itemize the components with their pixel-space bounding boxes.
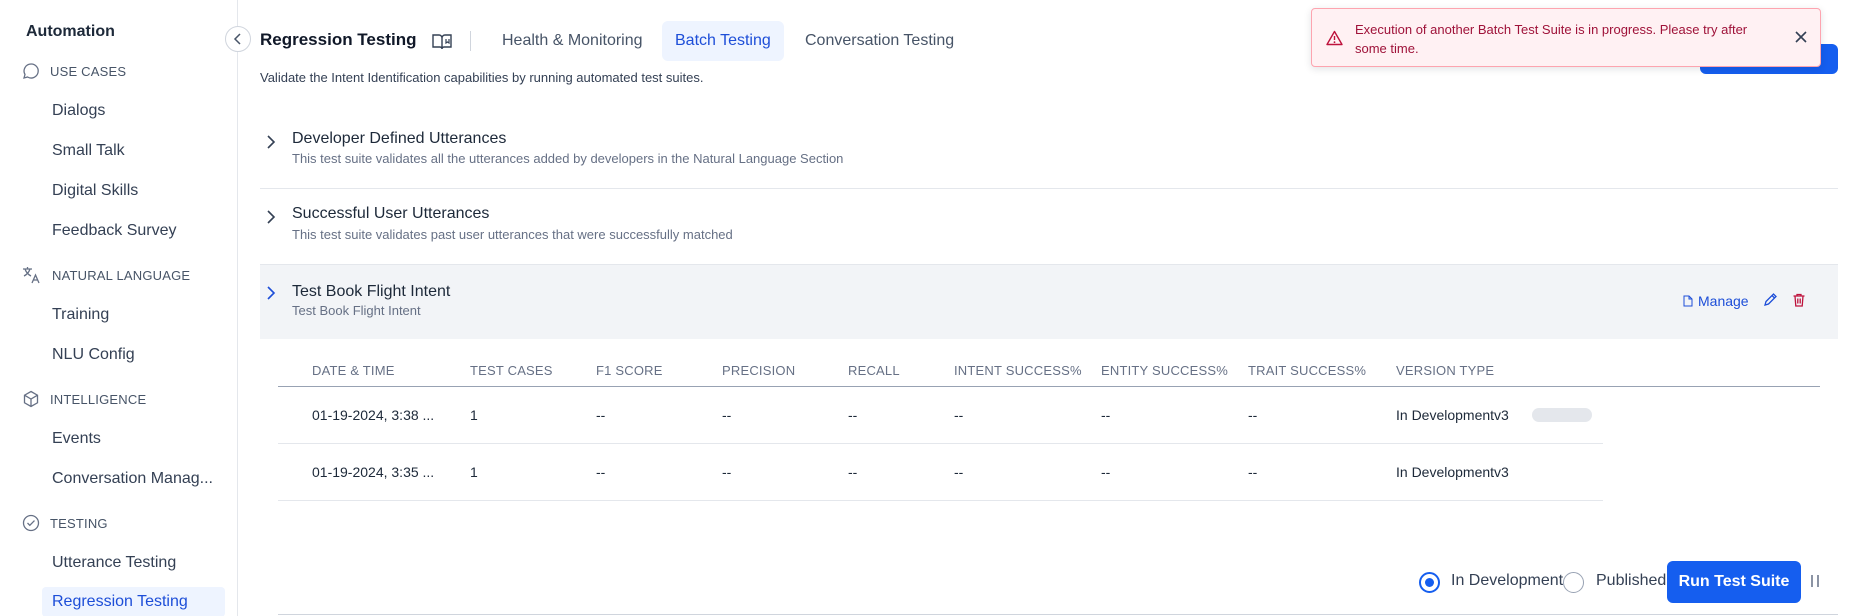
cell-f1-score: -- [596,407,606,423]
column-header-test-cases: TEST CASES [470,363,553,378]
run-test-suite-button[interactable]: Run Test Suite [1667,561,1801,603]
cell-date-time: 01-19-2024, 3:35 ... [312,464,435,480]
sidebar-title: Automation [26,23,115,40]
trash-icon[interactable] [1791,292,1807,308]
sidebar-item-feedback-survey[interactable]: Feedback Survey [42,216,225,246]
cell-intent-success: -- [954,464,964,480]
chat-bubble-icon [23,63,39,79]
section-label: TESTING [50,515,108,531]
manage-link[interactable]: Manage [1683,293,1749,309]
column-header-intent-success: INTENT SUCCESS% [954,363,1082,378]
suite-developer-defined[interactable]: Developer Defined Utterances This test s… [260,118,1838,188]
cell-test-cases: 1 [470,407,478,423]
footer-divider [278,614,1838,615]
cell-entity-success: -- [1101,407,1111,423]
section-use-cases: USE CASES [22,60,126,82]
toast-message: Execution of another Batch Test Suite is… [1355,22,1748,56]
column-header-date-time: DATE & TIME [312,363,395,378]
cell-intent-success: -- [954,407,964,423]
suite-description: Test Book Flight Intent [292,303,421,318]
sidebar: Automation USE CASES Dialogs Small Talk … [0,0,238,616]
suite-description: This test suite validates past user utte… [292,227,733,242]
radio-label-in-development: In Development [1451,572,1564,589]
suite-name: Test Book Flight Intent [292,283,451,300]
cell-precision: -- [722,407,732,423]
cell-recall: -- [848,464,858,480]
chevron-left-icon [233,33,241,45]
warning-icon [1326,30,1343,46]
cell-f1-score: -- [596,464,606,480]
cell-recall: -- [848,407,858,423]
chevron-right-icon [267,210,276,224]
check-circle-icon [22,514,40,532]
cell-trait-success: -- [1248,464,1258,480]
column-header-precision: PRECISION [722,363,796,378]
pause-icon[interactable] [1809,574,1821,588]
section-intelligence: INTELLIGENCE [22,388,146,410]
column-header-entity-success: ENTITY SUCCESS% [1101,363,1229,378]
cell-trait-success: -- [1248,407,1258,423]
column-header-f1-score: F1 SCORE [596,363,663,378]
column-header-version-type: VERSION TYPE [1396,363,1495,378]
radio-published[interactable] [1563,572,1584,593]
sidebar-item-nlu-config[interactable]: NLU Config [42,340,225,370]
error-toast: Execution of another Batch Test Suite is… [1311,8,1821,67]
chevron-right-icon [267,135,276,149]
table-header-divider [278,386,1820,387]
edit-icon[interactable] [1762,292,1778,308]
page-title: Regression Testing [260,30,417,49]
sidebar-item-training[interactable]: Training [42,300,225,330]
tab-health-monitoring[interactable]: Health & Monitoring [489,21,656,61]
manage-label: Manage [1698,293,1749,309]
sidebar-item-regression-testing[interactable]: Regression Testing [42,587,225,616]
translate-icon [23,267,40,284]
section-label: NATURAL LANGUAGE [52,267,191,283]
suite-successful-user[interactable]: Successful User Utterances This test sui… [260,189,1838,264]
close-icon[interactable] [1794,30,1808,44]
suite-name: Developer Defined Utterances [292,130,507,147]
section-natural-language: NATURAL LANGUAGE [22,264,190,286]
radio-label-published: Published [1596,572,1667,589]
tab-conversation-testing[interactable]: Conversation Testing [792,21,967,61]
cell-precision: -- [722,464,732,480]
document-icon [1683,295,1693,307]
cell-version-type: In Developmentv3 [1396,407,1509,423]
section-label: INTELLIGENCE [50,391,147,407]
sidebar-item-dialogs[interactable]: Dialogs [42,96,225,126]
section-label: USE CASES [50,63,127,79]
suite-name: Successful User Utterances [292,205,490,222]
suite-description: This test suite validates all the uttera… [292,151,844,166]
column-header-recall: RECALL [848,363,900,378]
cell-entity-success: -- [1101,464,1111,480]
column-header-trait-success: TRAIT SUCCESS% [1248,363,1367,378]
cell-test-cases: 1 [470,464,478,480]
collapse-sidebar-button[interactable] [225,26,251,52]
suite-test-book-flight[interactable]: Test Book Flight Intent Test Book Flight… [260,265,1838,339]
sidebar-item-utterance-testing[interactable]: Utterance Testing [42,548,225,578]
cell-version-type: In Developmentv3 [1396,464,1509,480]
loading-placeholder [1532,408,1592,422]
chevron-right-icon [267,286,276,300]
row-divider [278,443,1603,444]
sidebar-item-conversation-management[interactable]: Conversation Manag... [42,464,225,494]
page-subtitle: Validate the Intent Identification capab… [260,70,704,85]
section-testing: TESTING [22,512,108,534]
radio-in-development[interactable] [1419,572,1440,593]
book-icon[interactable] [431,33,453,56]
sidebar-item-events[interactable]: Events [42,424,225,454]
row-divider [278,500,1603,501]
cube-icon [23,390,39,408]
sidebar-item-digital-skills[interactable]: Digital Skills [42,176,225,206]
cell-date-time: 01-19-2024, 3:38 ... [312,407,435,423]
tab-batch-testing[interactable]: Batch Testing [662,21,784,61]
sidebar-item-small-talk[interactable]: Small Talk [42,136,225,166]
header-divider [470,31,471,51]
